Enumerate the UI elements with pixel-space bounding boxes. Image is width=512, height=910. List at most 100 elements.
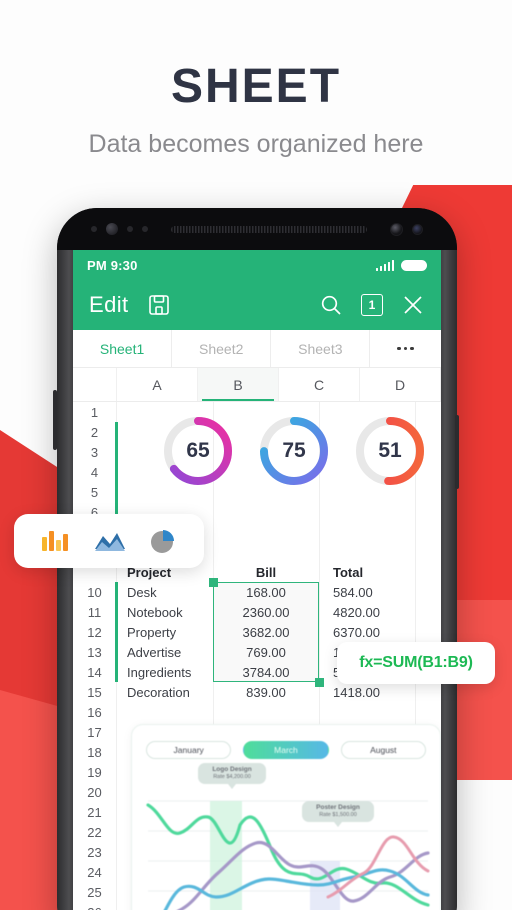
row-number[interactable]: 20 [73,782,116,802]
gauge-group: 65 75 51 [161,412,437,490]
status-bar-time: PM 9:30 [87,257,138,273]
cell-bill[interactable]: 3682.00 [213,625,319,640]
row-number[interactable]: 10 [73,582,116,602]
chart-svg [146,800,430,910]
column-header-c[interactable]: C [279,368,360,401]
promo-screenshot: SHEET Data becomes organized here PM 9:3… [0,0,512,910]
row-number[interactable]: 4 [73,462,116,482]
row-number[interactable]: 5 [73,482,116,502]
column-header-d[interactable]: D [360,368,441,401]
table-row[interactable]: Property 3682.00 6370.00 [117,622,441,642]
selection-handle-end[interactable] [315,678,324,687]
row-number[interactable]: 25 [73,882,116,902]
chart-tooltip-poster-design: Poster Design Rate $1,500.00 [302,801,374,827]
gauge-chart-3: 51 [353,414,427,488]
row-number[interactable]: 12 [73,622,116,642]
table-row[interactable]: Desk 168.00 584.00 [117,582,441,602]
sheet-tab-sheet2[interactable]: Sheet2 [172,330,272,367]
page-title: SHEET [170,60,342,113]
gauge-value: 65 [186,439,210,462]
iris-scanner-icon [390,222,403,236]
row-number[interactable]: 18 [73,742,116,762]
row-number[interactable]: 23 [73,842,116,862]
table-row[interactable]: Decoration 839.00 1418.00 [117,682,441,702]
window-count-button[interactable]: 1 [361,294,383,316]
proximity-sensor-icon [91,226,97,232]
row-number[interactable]: 22 [73,822,116,842]
row-number[interactable]: 26 [73,902,116,910]
chart-period-filters: January March August [132,725,440,759]
cell-project[interactable]: Advertise [117,645,213,660]
row-number[interactable]: 21 [73,802,116,822]
cell-project[interactable]: Ingredients [117,665,213,680]
cell-total[interactable]: 4820.00 [319,605,415,620]
bar-chart-icon[interactable] [41,527,71,555]
row-number[interactable]: 16 [73,702,116,722]
sheet-tab-bar: Sheet1 Sheet2 Sheet3 [73,330,441,368]
secondary-camera-icon [412,223,423,235]
phone-power-button[interactable] [455,415,459,489]
pie-chart-icon[interactable] [149,527,177,555]
cell-project[interactable]: Desk [117,585,213,600]
edit-button[interactable]: Edit [89,292,129,318]
row-selection-indicator-bottom [115,582,118,682]
cell-total[interactable]: 6370.00 [319,625,415,640]
chart-plot-area: Logo Design Rate $4,200.00 Poster Design… [132,763,440,910]
column-header-b[interactable]: B [198,368,279,401]
chart-filter-march[interactable]: March [243,741,329,759]
battery-full-icon [401,259,427,271]
row-number[interactable]: 15 [73,682,116,702]
cell-bill[interactable]: 839.00 [213,685,319,700]
cell-bill[interactable]: 3784.00 [213,665,319,680]
cell-project[interactable]: Property [117,625,213,640]
phone-screen: PM 9:30 Edit 1 Sheet1 Sheet2 Sheet3 A B … [73,250,441,910]
table-row[interactable]: Notebook 2360.00 4820.00 [117,602,441,622]
gauge-value: 75 [282,439,306,462]
select-all-corner[interactable] [73,368,117,401]
earpiece-speaker-icon [171,225,367,233]
row-number[interactable]: 1 [73,402,116,422]
sheet-tab-sheet1[interactable]: Sheet1 [73,330,173,367]
row-number[interactable]: 2 [73,422,116,442]
close-x-icon[interactable] [401,293,425,317]
chart-filter-august[interactable]: August [340,741,426,759]
cell-total[interactable]: 1418.00 [319,685,415,700]
row-number[interactable]: 3 [73,442,116,462]
app-toolbar: Edit 1 [73,280,441,330]
sheet-tab-sheet3[interactable]: Sheet3 [271,330,371,367]
cell-bill[interactable]: 168.00 [213,585,319,600]
cell-bill[interactable]: 769.00 [213,645,319,660]
column-label-bill: Bill [255,564,277,580]
signal-bars-icon [375,259,394,271]
light-sensor-icon [127,226,133,232]
area-chart-icon[interactable] [94,528,126,554]
formula-tooltip: fx=SUM(B1:B9) [337,642,495,684]
column-header-row: A B C D [73,368,441,402]
chart-filter-january[interactable]: January [146,741,232,759]
page-subtitle: Data becomes organized here [88,130,424,159]
row-number[interactable]: 13 [73,642,116,662]
row-number[interactable]: 24 [73,862,116,882]
embedded-line-chart[interactable]: January March August Logo Design Rate $4… [131,724,441,910]
promo-header: SHEET Data becomes organized here [0,0,512,159]
cell-bill[interactable]: 2360.00 [213,605,319,620]
status-bar: PM 9:30 [73,250,441,280]
ir-sensor-icon [142,226,148,232]
search-icon[interactable] [319,293,343,317]
gauge-value: 51 [378,439,402,462]
phone-volume-button[interactable] [53,390,57,450]
cell-project[interactable]: Notebook [117,605,213,620]
selection-handle-start[interactable] [209,578,218,587]
row-number[interactable]: 19 [73,762,116,782]
cell-project[interactable]: Decoration [117,685,213,700]
row-number[interactable]: 11 [73,602,116,622]
cell-total[interactable]: 584.00 [319,585,415,600]
column-label-total: Total [333,564,364,580]
floppy-disk-save-icon[interactable] [147,293,171,317]
chart-tooltip-logo-design: Logo Design Rate $4,200.00 [198,763,266,789]
row-number[interactable]: 17 [73,722,116,742]
column-header-a[interactable]: A [117,368,198,401]
ellipsis-icon[interactable] [370,330,441,367]
phone-top-bezel [57,208,457,250]
row-number[interactable]: 14 [73,662,116,682]
